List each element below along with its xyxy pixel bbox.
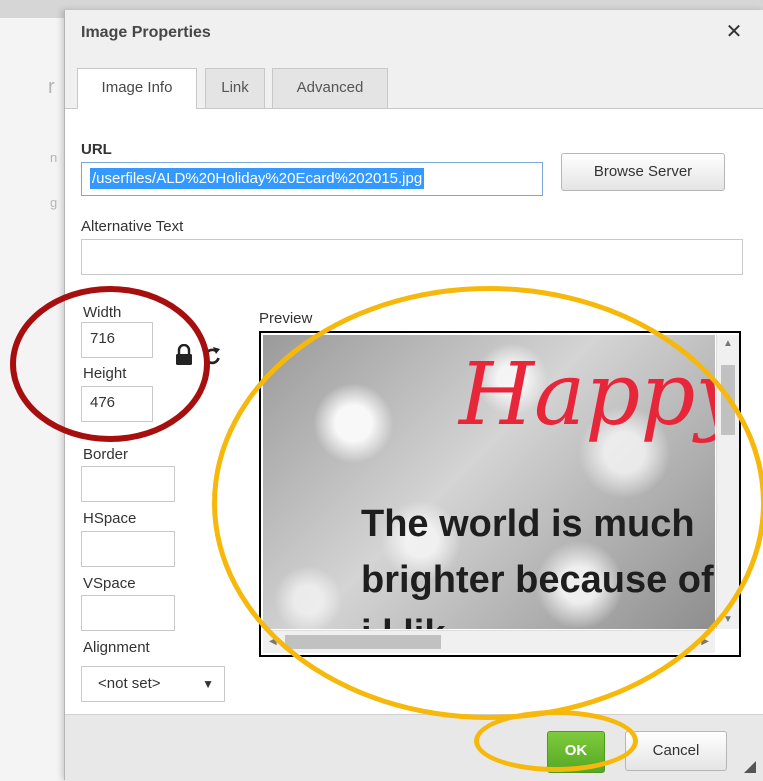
preview-message-line: i l lik <box>361 613 445 629</box>
background-page-fragment: r <box>48 76 55 98</box>
border-input[interactable] <box>81 466 175 502</box>
preview-message-line: brighter because of <box>361 559 714 601</box>
preview-vertical-scrollbar[interactable]: ▲ ▼ <box>716 335 739 629</box>
url-label: URL <box>81 141 112 158</box>
scroll-up-icon[interactable]: ▲ <box>723 339 733 349</box>
url-input[interactable]: /userfiles/ALD%20Holiday%20Ecard%202015.… <box>81 162 543 196</box>
cancel-button[interactable]: Cancel <box>625 731 727 771</box>
preview-message-line: The world is much <box>361 503 695 545</box>
alignment-value: <not set> <box>98 675 161 692</box>
dialog-footer: OK Cancel <box>65 714 763 781</box>
width-input[interactable]: 716 <box>81 322 153 358</box>
hspace-input[interactable] <box>81 531 175 567</box>
vertical-scroll-thumb[interactable] <box>721 365 735 435</box>
scroll-right-icon[interactable]: ▶ <box>701 637 709 647</box>
preview-happy-text: Happy <box>459 345 715 445</box>
close-icon[interactable]: ✕ <box>724 22 744 42</box>
scroll-down-icon[interactable]: ▼ <box>723 615 733 625</box>
lock-icon[interactable] <box>175 343 193 366</box>
alignment-select[interactable]: <not set> ▼ <box>81 666 225 702</box>
border-label: Border <box>83 446 129 463</box>
url-value: /userfiles/ALD%20Holiday%20Ecard%202015.… <box>90 168 425 189</box>
alt-text-input[interactable] <box>81 239 743 275</box>
hspace-label: HSpace <box>83 510 137 527</box>
ok-button[interactable]: OK <box>547 731 605 773</box>
image-properties-dialog: Image Properties ✕ Image Info Link Advan… <box>64 10 763 781</box>
dialog-title: Image Properties <box>81 24 211 41</box>
dialog-titlebar[interactable]: Image Properties ✕ <box>65 10 763 57</box>
alignment-label: Alignment <box>83 639 150 656</box>
background-page-fragment: n <box>50 150 58 165</box>
image-info-panel: URL /userfiles/ALD%20Holiday%20Ecard%202… <box>65 108 763 714</box>
preview-label: Preview <box>259 310 313 327</box>
tab-bar: Image Info Link Advanced <box>65 56 763 109</box>
tab-link[interactable]: Link <box>205 68 265 108</box>
resize-handle-icon[interactable] <box>744 761 756 773</box>
reset-size-icon[interactable] <box>203 346 221 366</box>
vspace-label: VSpace <box>83 575 136 592</box>
width-label: Width <box>83 304 122 321</box>
tab-advanced[interactable]: Advanced <box>272 68 388 108</box>
height-label: Height <box>83 365 127 382</box>
height-input[interactable]: 476 <box>81 386 153 422</box>
background-page-fragment: g <box>50 195 58 210</box>
vspace-input[interactable] <box>81 595 175 631</box>
tab-image-info[interactable]: Image Info <box>77 68 197 109</box>
preview-image: Happy The world is much brighter because… <box>263 335 715 629</box>
chevron-down-icon: ▼ <box>202 677 214 691</box>
alt-text-label: Alternative Text <box>81 218 184 235</box>
preview-horizontal-scrollbar[interactable]: ◀ ▶ <box>263 630 715 653</box>
scroll-left-icon[interactable]: ◀ <box>269 637 277 647</box>
browse-server-button[interactable]: Browse Server <box>561 153 725 191</box>
horizontal-scroll-thumb[interactable] <box>285 635 441 649</box>
image-preview[interactable]: Happy The world is much brighter because… <box>259 331 741 657</box>
